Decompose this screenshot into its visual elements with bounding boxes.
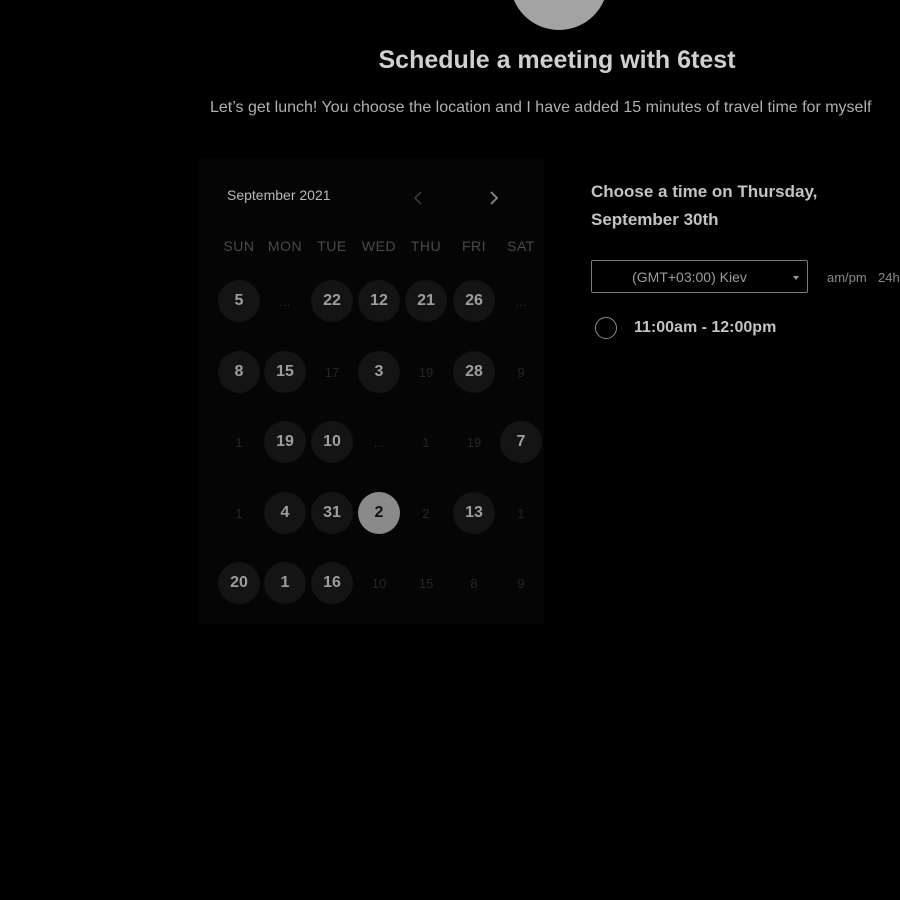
ampm-toggle[interactable]: am/pm [827, 270, 867, 285]
calendar-day[interactable]: 22 [311, 280, 353, 322]
calendar-day: 1 [517, 505, 525, 521]
calendar-day: 9 [517, 575, 525, 591]
timezone-select[interactable]: (GMT+03:00) Kiev [591, 260, 808, 293]
radio-icon[interactable] [595, 317, 617, 339]
caret-down-icon [793, 276, 799, 280]
calendar-day: 8 [470, 575, 478, 591]
weekday-label: TUE [317, 238, 347, 254]
page-title: Schedule a meeting with 6test [378, 46, 736, 74]
weekday-label: WED [361, 238, 397, 254]
weekday-label: MON [267, 238, 303, 254]
calendar-day[interactable]: 19 [264, 421, 306, 463]
calendar-day[interactable]: 26 [453, 280, 495, 322]
calendar-day[interactable]: 1 [264, 562, 306, 604]
calendar-day: ... [515, 293, 527, 309]
calendar-day: 19 [418, 364, 434, 380]
calendar-day: 17 [324, 364, 340, 380]
calendar: September 2021 SUN MON TUE WED THU FRI SAT 5..… [198, 158, 544, 624]
calendar-day: ... [279, 293, 291, 309]
weekday-label: THU [410, 238, 442, 254]
calendar-day[interactable]: 21 [405, 280, 447, 322]
calendar-day[interactable]: 12 [358, 280, 400, 322]
calendar-day: 1 [422, 434, 430, 450]
calendar-day[interactable]: 20 [218, 562, 260, 604]
prev-month-button[interactable] [406, 186, 430, 210]
calendar-day[interactable]: 3 [358, 351, 400, 393]
chevron-left-icon [413, 191, 422, 205]
calendar-day[interactable]: 4 [264, 492, 306, 534]
calendar-day[interactable]: 31 [311, 492, 353, 534]
weekday-label: SUN [223, 238, 255, 254]
calendar-day[interactable]: 28 [453, 351, 495, 393]
calendar-day[interactable]: 16 [311, 562, 353, 604]
calendar-day: ... [373, 434, 385, 450]
24h-toggle[interactable]: 24h [878, 270, 900, 285]
time-panel-title: Choose a time on Thursday, September 30t… [591, 182, 818, 229]
calendar-day: 19 [466, 434, 482, 450]
meeting-description: Let’s get lunch! You choose the location… [210, 99, 872, 116]
weekday-label: FRI [461, 238, 487, 254]
chevron-right-icon [490, 191, 499, 205]
calendar-day: 9 [517, 364, 525, 380]
calendar-day: 2 [422, 505, 430, 521]
calendar-day[interactable]: 10 [311, 421, 353, 463]
calendar-day[interactable]: 7 [500, 421, 542, 463]
scheduler-page: Schedule a meeting with 6test Let’s get … [0, 0, 900, 900]
calendar-day[interactable]: 8 [218, 351, 260, 393]
time-slot[interactable]: 11:00am - 12:00pm [595, 316, 895, 344]
calendar-day: 10 [371, 575, 387, 591]
calendar-day-selected[interactable]: 2 [358, 492, 400, 534]
avatar [510, 0, 608, 30]
calendar-day[interactable]: 5 [218, 280, 260, 322]
next-month-button[interactable] [482, 186, 506, 210]
calendar-day[interactable]: 13 [453, 492, 495, 534]
month-label: September 2021 [227, 187, 331, 203]
calendar-day[interactable]: 15 [264, 351, 306, 393]
calendar-day: 1 [235, 434, 243, 450]
time-panel: Choose a time on Thursday, September 30t… [573, 158, 900, 358]
weekday-label: SAT [507, 238, 535, 254]
calendar-day: 1 [235, 505, 243, 521]
calendar-day: 15 [418, 575, 434, 591]
timezone-value: (GMT+03:00) Kiev [632, 269, 747, 285]
time-slot-label: 11:00am - 12:00pm [634, 319, 777, 336]
